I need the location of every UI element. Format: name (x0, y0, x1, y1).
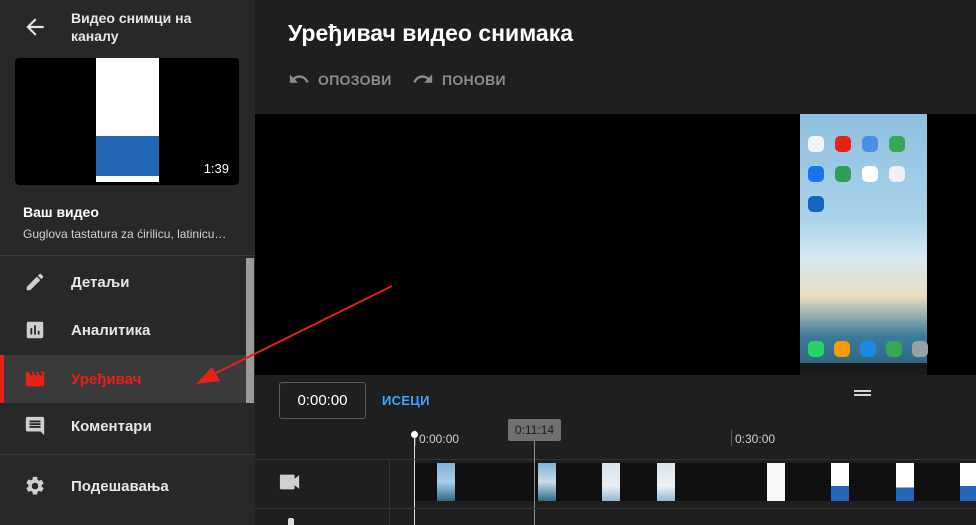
pencil-icon (26, 273, 44, 291)
video-thumbnail[interactable]: 1:39 (15, 58, 239, 185)
active-indicator (0, 355, 4, 403)
video-track-icon (279, 474, 300, 490)
redo-icon (413, 74, 433, 83)
trim-button[interactable]: ИСЕЦИ (382, 393, 430, 408)
playhead-time[interactable]: 0:11:14 (508, 419, 561, 441)
current-time-field[interactable]: 0:00:00 (279, 382, 366, 419)
ruler-label: 0:00:00 (419, 432, 460, 446)
sidebar-scrollbar[interactable] (246, 258, 254, 403)
preview-frame-image (800, 114, 928, 375)
video-title: Guglova tastatura za ćirilicu, latinicu… (23, 227, 227, 241)
redo-button[interactable]: ПОНОВИ (412, 72, 506, 88)
sidebar-item-label: Уређивач (71, 370, 142, 388)
undo-button[interactable]: ОПОЗОВИ (288, 72, 392, 88)
audio-track-icon (288, 518, 294, 525)
thumbnail-image (96, 58, 159, 182)
divider (255, 459, 976, 460)
playhead-line[interactable] (534, 441, 535, 525)
film-icon (25, 371, 45, 387)
editor-main: Уређивач видео снимака ОПОЗОВИ ПОНОВИ 0:… (255, 0, 976, 525)
sidebar-item-label: Детаљи (71, 273, 130, 291)
trim-start-handle[interactable] (411, 431, 418, 438)
divider (255, 508, 976, 509)
sidebar-item-settings[interactable]: Подешавања (0, 462, 246, 510)
thumbnail-duration: 1:39 (203, 161, 229, 176)
sidebar-item-label: Аналитика (71, 321, 151, 339)
video-filmstrip[interactable] (415, 463, 976, 501)
sidebar-item-comments[interactable]: Коментари (0, 402, 246, 450)
sidebar-item-editor[interactable]: Уређивач (0, 355, 246, 403)
channel-videos-link[interactable]: Видео снимци на каналу (71, 9, 241, 45)
divider (389, 460, 390, 525)
sidebar-item-label: Коментари (71, 417, 152, 435)
divider (0, 454, 255, 455)
sidebar-item-label: Подешавања (71, 477, 169, 495)
undo-icon (289, 74, 309, 83)
sidebar-item-details[interactable]: Детаљи (0, 258, 246, 306)
your-video-heading: Ваш видео (23, 204, 99, 220)
ruler-label: 0:30:00 (735, 432, 776, 446)
sidebar: Видео снимци на каналу 1:39 Ваш видео Gu… (0, 0, 255, 525)
analytics-icon (26, 321, 44, 339)
gear-icon (26, 476, 44, 495)
video-preview[interactable] (255, 114, 976, 375)
divider (0, 255, 255, 256)
comment-icon (25, 416, 45, 436)
redo-label: ПОНОВИ (442, 72, 506, 88)
sidebar-item-analytics[interactable]: Аналитика (0, 306, 246, 354)
ruler-tick (731, 430, 732, 446)
page-title: Уређивач видео снимака (288, 20, 573, 46)
resize-handle[interactable] (854, 390, 871, 396)
back-arrow-icon[interactable] (22, 14, 48, 40)
undo-label: ОПОЗОВИ (318, 72, 392, 88)
